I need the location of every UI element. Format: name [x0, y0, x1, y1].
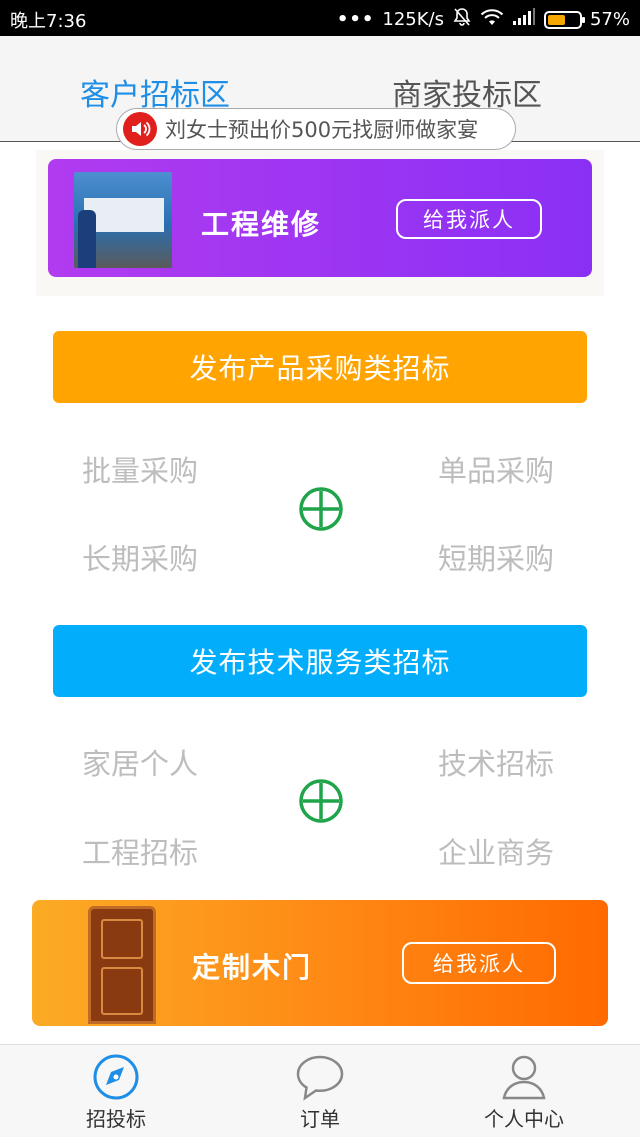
banner-photo: [74, 172, 172, 268]
status-dots: •••: [336, 9, 375, 30]
speaker-icon: [123, 112, 157, 146]
battery-icon: [543, 10, 585, 29]
door-image: [88, 906, 156, 1024]
nav-profile[interactable]: 个人中心: [434, 1045, 614, 1137]
nav-label: 订单: [300, 1107, 340, 1131]
wifi-icon: [480, 8, 504, 31]
dispatch-button[interactable]: 给我派人: [402, 942, 556, 984]
publish-product-bid-button[interactable]: 发布产品采购类招标: [53, 331, 587, 403]
publish-service-bid-button[interactable]: 发布技术服务类招标: [53, 625, 587, 697]
status-bar: 晚上7:36 ••• 125K/s 57%: [0, 0, 640, 36]
photo-worker: [78, 210, 96, 268]
circle-plus-icon[interactable]: [298, 486, 344, 532]
banner-engineering-repair[interactable]: 工程维修 给我派人: [48, 159, 592, 277]
door-panel: [101, 919, 143, 959]
option-home-personal[interactable]: 家居个人: [82, 741, 198, 783]
option-short-term-purchase[interactable]: 短期采购: [438, 536, 554, 578]
circle-plus-icon[interactable]: [298, 778, 344, 824]
photo-sign: [84, 198, 164, 232]
option-engineering-bidding[interactable]: 工程招标: [82, 830, 198, 872]
nav-label: 个人中心: [484, 1107, 564, 1131]
battery-fill: [547, 14, 565, 25]
nav-label: 招投标: [86, 1107, 146, 1131]
status-time: 晚上7:36: [10, 11, 87, 32]
nav-bidding[interactable]: 招投标: [26, 1045, 206, 1137]
door-panel: [101, 967, 143, 1015]
banner-title: 定制木门: [192, 951, 313, 984]
notice-ticker[interactable]: 刘女士预出价500元找厨师做家宴: [116, 108, 516, 150]
person-icon: [499, 1053, 549, 1101]
banner-title: 工程维修: [201, 208, 322, 241]
option-tech-bidding[interactable]: 技术招标: [438, 741, 554, 783]
chat-bubble-icon: [295, 1053, 345, 1101]
option-enterprise-business[interactable]: 企业商务: [438, 830, 554, 872]
bottom-nav: 招投标 订单 个人中心: [0, 1044, 640, 1137]
option-single-purchase[interactable]: 单品采购: [438, 448, 554, 490]
battery-percent: 57%: [589, 9, 630, 30]
network-speed: 125K/s: [382, 9, 444, 30]
dispatch-button[interactable]: 给我派人: [396, 199, 542, 239]
mute-bell-icon: [452, 7, 472, 32]
nav-orders[interactable]: 订单: [230, 1045, 410, 1137]
option-bulk-purchase[interactable]: 批量采购: [82, 448, 198, 490]
compass-icon: [91, 1053, 141, 1101]
option-long-term-purchase[interactable]: 长期采购: [82, 536, 198, 578]
signal-icon: [512, 8, 536, 31]
status-right: ••• 125K/s 57%: [337, 7, 630, 32]
notice-text: 刘女士预出价500元找厨师做家宴: [165, 118, 479, 142]
banner-custom-door[interactable]: 定制木门 给我派人: [32, 900, 608, 1026]
